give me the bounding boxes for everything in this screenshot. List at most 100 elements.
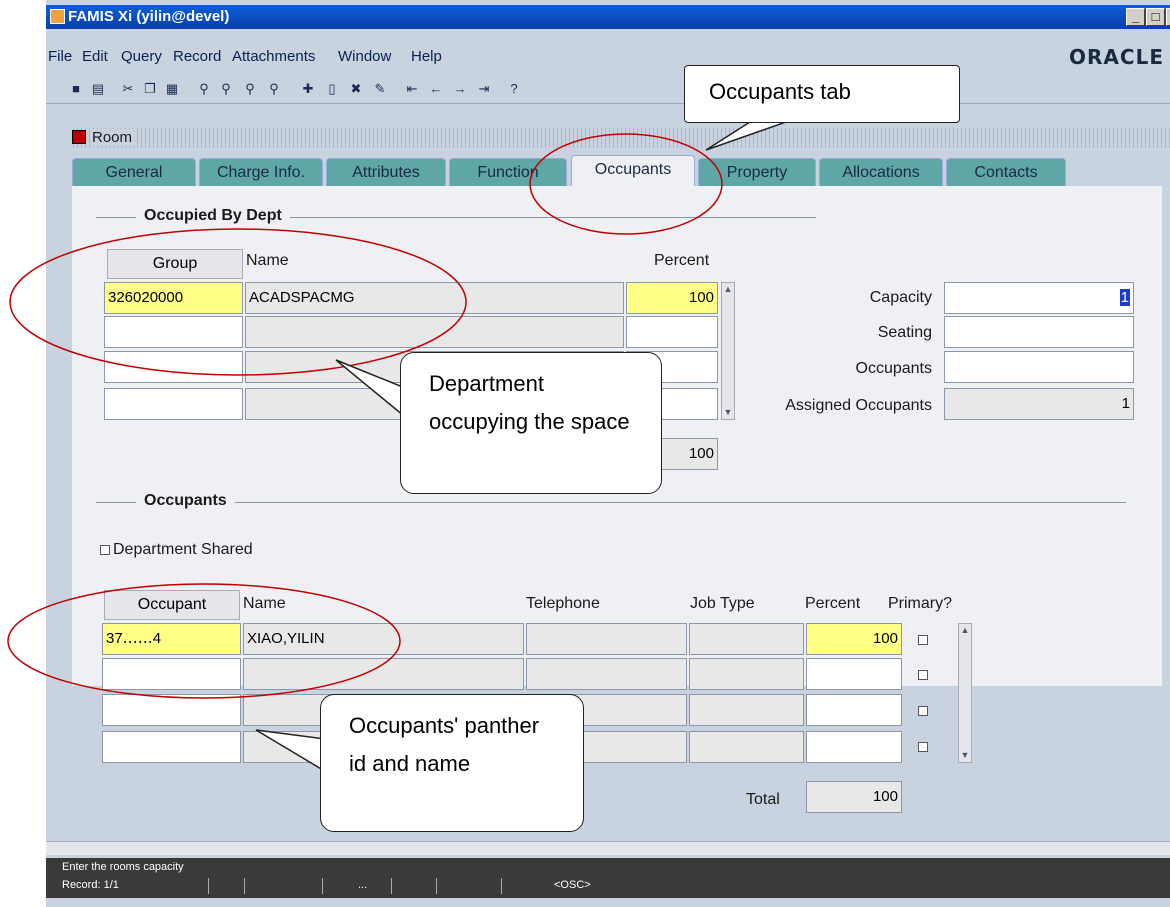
status-divider [436,878,437,894]
scroll-up-icon[interactable]: ▲ [960,625,970,635]
occ-name-column-header: Name [243,595,286,612]
occupants-scrollbar[interactable]: ▲ ▼ [958,623,972,763]
minimize-button[interactable]: _ [1126,8,1145,26]
last-record-icon[interactable]: ⇥ [476,81,492,97]
primary-checkbox[interactable] [918,635,928,645]
next-record-icon[interactable]: → [452,81,468,97]
cut-icon[interactable]: ✂ [120,81,136,97]
occupant-id-cell[interactable] [102,658,241,690]
group-column-header[interactable]: Group [107,249,243,279]
cancel-query-icon[interactable]: ⚲ [242,81,258,97]
status-bar: Enter the rooms capacity Record: 1/1 ...… [46,858,1170,898]
paste-icon[interactable]: ▦ [164,81,180,97]
section-divider [96,502,1126,503]
menu-attachments[interactable]: Attachments [232,48,315,65]
assigned-occupants-label: Assigned Occupants [785,397,932,414]
oracle-logo: ORACLE [1069,45,1164,69]
delete-record-icon[interactable]: ✖ [348,81,364,97]
dept-group-cell[interactable]: 326020000 [104,282,243,314]
occupant-percent-cell[interactable] [806,694,902,726]
first-record-icon[interactable]: ⇤ [404,81,420,97]
java-app-icon [50,9,65,24]
edit-icon[interactable]: ✎ [372,81,388,97]
occupants-count-field[interactable] [944,351,1134,383]
help-icon[interactable]: ? [506,81,522,97]
tab-general[interactable]: General [72,158,196,186]
primary-checkbox[interactable] [918,670,928,680]
scroll-down-icon[interactable]: ▼ [723,407,733,417]
clear-record-icon[interactable]: ▯ [324,81,340,97]
primary-checkbox[interactable] [918,742,928,752]
occ-percent-column-header: Percent [805,595,861,612]
menu-edit[interactable]: Edit [82,48,108,65]
window-title: FAMIS Xi (yilin@devel) [68,8,230,25]
occupant-job-type-cell [689,731,804,763]
capacity-field[interactable]: 1 [944,282,1134,314]
menu-record[interactable]: Record [173,48,221,65]
close-button[interactable]: × [1166,8,1170,26]
occupants-count-label: Occupants [855,360,932,377]
dept-callout: Department occupying the space [400,352,662,494]
menu-file[interactable]: File [48,48,72,65]
occupant-percent-total: 100 [806,781,902,813]
primary-column-header: Primary? [888,595,953,612]
occupant-percent-cell[interactable]: 100 [806,623,902,655]
copy-icon[interactable]: ❐ [142,81,158,97]
occupant-percent-cell[interactable] [806,658,902,690]
dept-group-cell[interactable] [104,388,243,420]
menu-query[interactable]: Query [121,48,162,65]
previous-record-icon[interactable]: ← [428,81,444,97]
status-divider [322,878,323,894]
scroll-up-icon[interactable]: ▲ [723,284,733,294]
telephone-column-header: Telephone [526,595,600,612]
osc-indicator: <OSC> [554,879,591,891]
count-query-icon[interactable]: ⚲ [266,81,282,97]
occupant-job-type-cell [689,658,804,690]
room-title-bar: Room [70,128,1170,148]
occupant-id-cell[interactable] [102,694,241,726]
seating-field[interactable] [944,316,1134,348]
dept-name-cell [245,316,624,348]
dept-group-cell[interactable] [104,316,243,348]
status-divider [391,878,392,894]
occupant-id-cell[interactable] [102,731,241,763]
occupant-telephone-cell [526,623,687,655]
menu-window[interactable]: Window [338,48,391,65]
save-icon[interactable]: ■ [68,81,84,97]
occupant-id-cell[interactable]: 37‥‥‥4 [102,623,241,655]
record-indicator: Record: 1/1 [62,879,119,891]
occupants-section-title: Occupants [136,492,235,510]
title-bar: FAMIS Xi (yilin@devel) _ □ × [46,5,1170,29]
department-shared-label: Department Shared [113,541,253,558]
occupied-by-dept-title: Occupied By Dept [136,207,290,225]
scroll-down-icon[interactable]: ▼ [960,750,970,760]
dept-scrollbar[interactable]: ▲ ▼ [721,282,735,420]
tab-property[interactable]: Property [698,158,816,186]
insert-record-icon[interactable]: ✚ [300,81,316,97]
occupant-telephone-cell [526,658,687,690]
dept-percent-cell[interactable]: 100 [626,282,718,314]
dept-group-cell[interactable] [104,351,243,383]
enter-query-icon[interactable]: ⚲ [196,81,212,97]
occupant-percent-cell[interactable] [806,731,902,763]
department-shared-checkbox[interactable] [100,545,110,555]
tab-charge-info[interactable]: Charge Info. [199,158,323,186]
horizontal-scrollbar[interactable] [46,841,1170,855]
maximize-button[interactable]: □ [1146,8,1165,26]
seating-label: Seating [877,324,932,341]
tab-allocations[interactable]: Allocations [819,158,943,186]
dept-percent-cell[interactable] [626,316,718,348]
tab-occupants[interactable]: Occupants [571,155,695,187]
tab-attributes[interactable]: Attributes [326,158,446,186]
occupant-name-cell: XIAO,YILIN [243,623,524,655]
print-icon[interactable]: ▤ [90,81,106,97]
job-type-column-header: Job Type [690,595,755,612]
menu-help[interactable]: Help [411,48,442,65]
capacity-value: 1 [1119,289,1130,306]
tab-contacts[interactable]: Contacts [946,158,1066,186]
tab-function[interactable]: Function [449,158,567,186]
form-icon [72,130,86,144]
execute-query-icon[interactable]: ⚲ [218,81,234,97]
occupant-column-header[interactable]: Occupant [104,590,240,620]
primary-checkbox[interactable] [918,706,928,716]
